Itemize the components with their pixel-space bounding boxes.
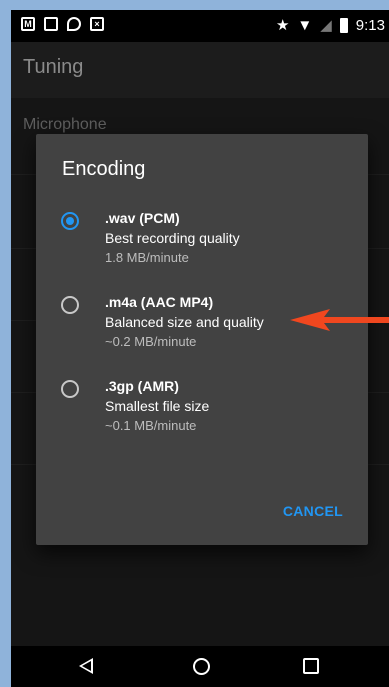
battery-icon bbox=[339, 17, 348, 33]
option-3gp[interactable]: .3gp (AMR) Smallest file size ~0.1 MB/mi… bbox=[36, 376, 368, 460]
home-icon[interactable] bbox=[193, 658, 210, 675]
option-description: Best recording quality bbox=[105, 230, 240, 246]
option-m4a[interactable]: .m4a (AAC MP4) Balanced size and quality… bbox=[36, 292, 368, 376]
recents-icon[interactable] bbox=[303, 658, 319, 674]
option-title: .m4a (AAC MP4) bbox=[105, 294, 214, 310]
no-signal-icon: ◢ bbox=[320, 17, 332, 34]
cancel-button[interactable]: CANCEL bbox=[283, 503, 343, 519]
back-icon[interactable] bbox=[79, 658, 93, 674]
notification-icons: M × bbox=[21, 17, 104, 31]
option-description: Balanced size and quality bbox=[105, 314, 264, 330]
annotation-arrow-icon bbox=[290, 309, 389, 331]
app-bar: Tuning bbox=[11, 42, 389, 98]
encoding-dialog: Encoding .wav (PCM) Best recording quali… bbox=[36, 134, 368, 545]
radio-button[interactable] bbox=[61, 380, 79, 398]
page-title: Tuning bbox=[23, 56, 84, 78]
radio-button[interactable] bbox=[61, 296, 79, 314]
location-pin-icon bbox=[67, 17, 81, 31]
star-icon: ★ bbox=[275, 17, 290, 34]
system-icons: ★ ▼ ◢ 9:13 bbox=[275, 16, 385, 35]
clock: 9:13 bbox=[355, 16, 385, 34]
option-title: .3gp (AMR) bbox=[105, 378, 179, 394]
dialog-title: Encoding bbox=[62, 158, 146, 180]
option-size: ~0.2 MB/minute bbox=[105, 334, 197, 349]
gmail-icon: M bbox=[21, 17, 35, 31]
option-wav[interactable]: .wav (PCM) Best recording quality 1.8 MB… bbox=[36, 208, 368, 292]
status-bar: M × ★ ▼ ◢ 9:13 bbox=[11, 10, 389, 42]
option-size: ~0.1 MB/minute bbox=[105, 418, 197, 433]
option-title: .wav (PCM) bbox=[105, 210, 180, 226]
close-box-icon: × bbox=[90, 17, 104, 31]
navigation-bar bbox=[11, 646, 389, 687]
option-size: 1.8 MB/minute bbox=[105, 250, 189, 265]
option-description: Smallest file size bbox=[105, 398, 210, 414]
image-icon bbox=[44, 17, 58, 31]
wifi-icon: ▼ bbox=[297, 16, 313, 34]
radio-button-selected[interactable] bbox=[61, 212, 79, 230]
settings-item-microphone[interactable]: Microphone bbox=[23, 116, 107, 134]
